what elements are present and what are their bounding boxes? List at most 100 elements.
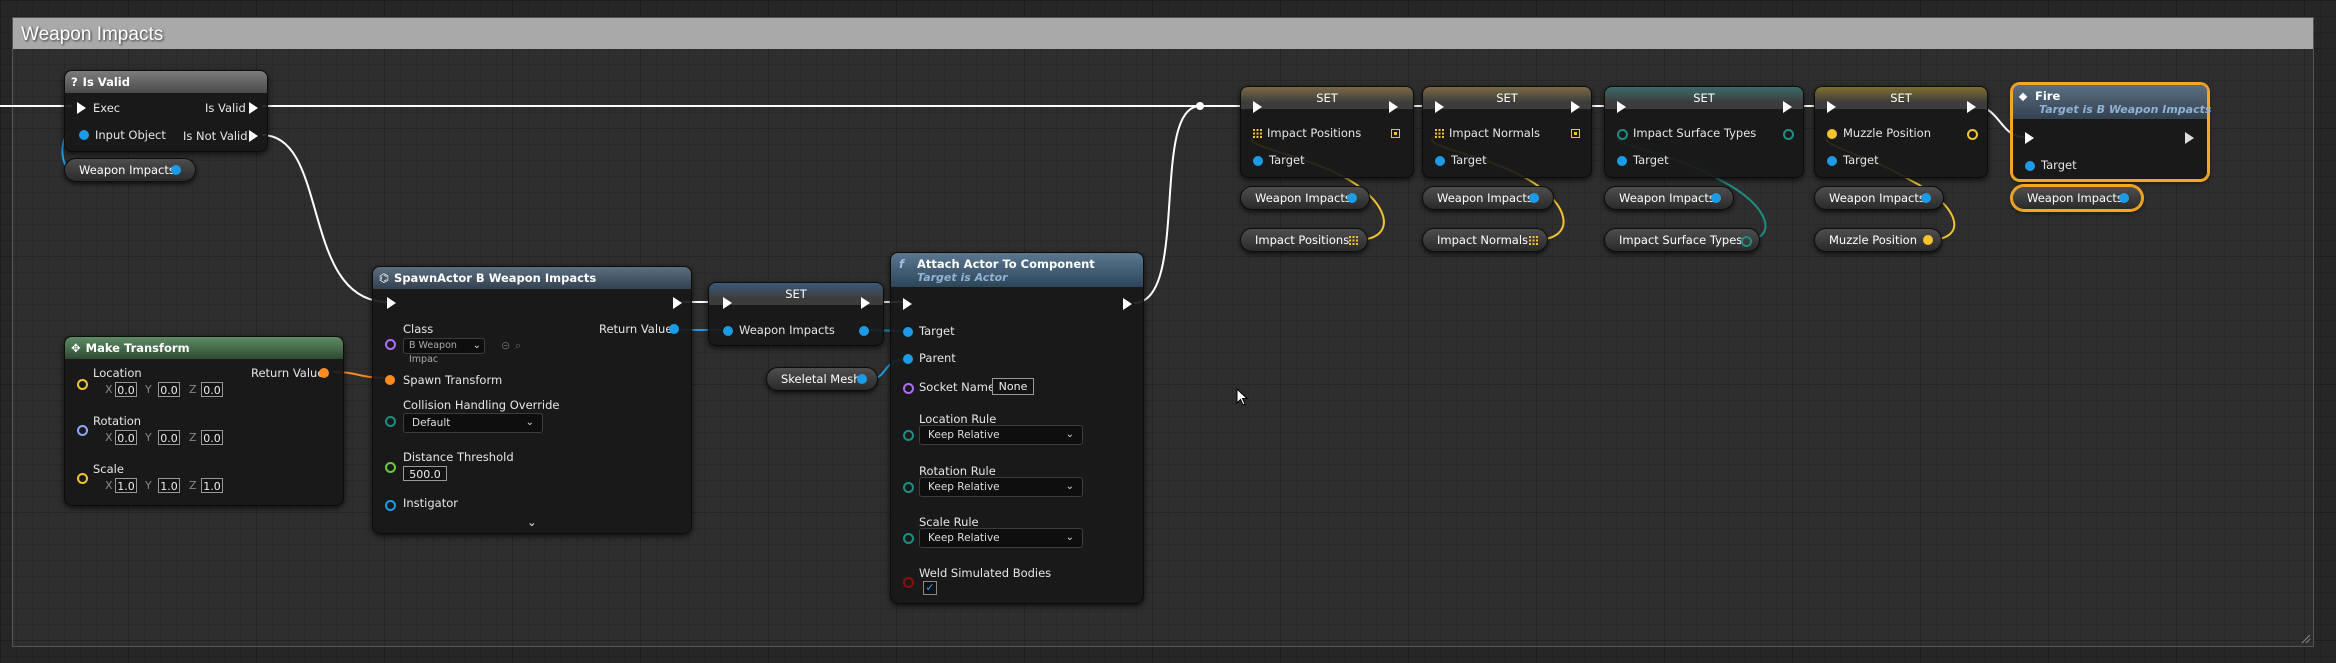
distance-field[interactable]: 500.0	[403, 466, 447, 481]
is-not-valid-exec-pin-icon[interactable]	[249, 130, 258, 142]
spawn-actor-node[interactable]: ⌬ SpawnActor B Weapon Impacts Class B Wea…	[372, 266, 692, 534]
comment-header[interactable]: Weapon Impacts	[13, 18, 2313, 49]
rotation-z-field[interactable]: 0.0	[201, 430, 223, 445]
socket-name-field[interactable]: None	[992, 378, 1034, 395]
location-rule-pin-icon[interactable]	[903, 430, 914, 441]
attach-actor-header[interactable]: f Attach Actor To Component Target is Ac…	[891, 253, 1143, 287]
exec-in-pin-icon[interactable]	[387, 297, 396, 309]
get-weapon-impacts-node[interactable]: Weapon Impacts	[1240, 186, 1370, 210]
array-grid-icon[interactable]	[1349, 236, 1358, 245]
exec-in-pin-icon[interactable]	[903, 298, 912, 310]
array-grid-icon[interactable]	[1571, 129, 1580, 138]
get-weapon-impacts-node[interactable]: Weapon Impacts	[2012, 186, 2142, 210]
weapon-impacts-in-pin-icon[interactable]	[723, 326, 733, 336]
set-header[interactable]: SET	[1815, 87, 1987, 109]
spawn-transform-pin-icon[interactable]	[385, 375, 395, 385]
vector-out-pin-icon[interactable]	[1967, 129, 1978, 140]
target-pin-icon[interactable]	[1617, 156, 1627, 166]
weapon-impacts-out-pin-icon[interactable]	[171, 165, 181, 175]
set-weapon-impacts-node[interactable]: SET Weapon Impacts	[708, 282, 884, 346]
array-grid-icon[interactable]	[1391, 129, 1400, 138]
target-pin-icon[interactable]	[1435, 156, 1445, 166]
scale-pin-icon[interactable]	[77, 473, 88, 484]
scale-x-field[interactable]: 1.0	[115, 478, 137, 493]
exec-out-pin-icon[interactable]	[1967, 101, 1976, 113]
get-weapon-impacts-node[interactable]: Weapon Impacts	[1604, 186, 1734, 210]
exec-in-pin-icon[interactable]	[1435, 101, 1444, 113]
target-pin-icon[interactable]	[1827, 156, 1837, 166]
rotation-rule-pin-icon[interactable]	[903, 482, 914, 493]
input-object-pin-icon[interactable]	[79, 130, 89, 140]
exec-in-pin-icon[interactable]	[1253, 101, 1262, 113]
fire-node[interactable]: ⬥ Fire Target is B Weapon Impacts Target	[2012, 84, 2211, 180]
browse-icon[interactable]: ⌕	[515, 339, 521, 353]
array-out-pin-icon[interactable]	[1783, 129, 1794, 140]
instigator-pin-icon[interactable]	[385, 500, 396, 511]
is-valid-node[interactable]: ? Is Valid Exec Is Valid Input Object Is …	[64, 70, 268, 152]
target-pin-icon[interactable]	[1253, 156, 1263, 166]
make-transform-header[interactable]: ✥ Make Transform	[65, 337, 343, 359]
weapon-impacts-out-pin-icon[interactable]	[859, 326, 869, 336]
weapon-impacts-pin-icon[interactable]	[1347, 193, 1357, 203]
get-muzzle-position-node[interactable]: Muzzle Position	[1814, 228, 1942, 252]
get-impact-positions-node[interactable]: Impact Positions	[1240, 228, 1368, 252]
return-value-pin-icon[interactable]	[669, 324, 679, 334]
array-pin-icon[interactable]	[1617, 129, 1628, 140]
socket-pin-icon[interactable]	[903, 383, 914, 394]
distance-pin-icon[interactable]	[385, 462, 396, 473]
location-rule-dropdown[interactable]: Keep Relative ⌄	[919, 425, 1083, 445]
target-pin-icon[interactable]	[2025, 161, 2035, 171]
rotation-x-field[interactable]: 0.0	[115, 430, 137, 445]
rotation-y-field[interactable]: 0.0	[158, 430, 180, 445]
get-impact-normals-node[interactable]: Impact Normals	[1422, 228, 1548, 252]
expand-icon[interactable]: ⌄	[527, 515, 537, 529]
set-header[interactable]: SET	[1605, 87, 1803, 109]
exec-out-pin-icon[interactable]	[1389, 101, 1398, 113]
weapon-impacts-pin-icon[interactable]	[2119, 193, 2129, 203]
weapon-impacts-pin-icon[interactable]	[1711, 193, 1721, 203]
array-pin-icon[interactable]	[1741, 236, 1752, 247]
set-header[interactable]: SET	[1423, 87, 1591, 109]
exec-in-pin-icon[interactable]	[77, 102, 86, 114]
get-weapon-impacts-node[interactable]: Weapon Impacts	[1422, 186, 1554, 210]
set-header[interactable]: SET	[709, 283, 883, 305]
get-impact-surface-types-node[interactable]: Impact Surface Types	[1604, 228, 1760, 252]
scale-z-field[interactable]: 1.0	[201, 478, 223, 493]
reroute-knot[interactable]	[1196, 102, 1204, 110]
set-impact-normals-node[interactable]: SET Impact Normals Target	[1422, 86, 1592, 178]
resize-grip-icon[interactable]	[2299, 632, 2311, 644]
is-valid-header[interactable]: ? Is Valid	[65, 71, 267, 93]
exec-out-pin-icon[interactable]	[673, 297, 682, 309]
array-grid-icon[interactable]	[1435, 129, 1444, 138]
location-pin-icon[interactable]	[77, 379, 88, 390]
scale-rule-dropdown[interactable]: Keep Relative ⌄	[919, 528, 1083, 548]
is-valid-exec-pin-icon[interactable]	[249, 102, 258, 114]
set-muzzle-position-node[interactable]: SET Muzzle Position Target	[1814, 86, 1988, 178]
weld-checkbox[interactable]: ✓	[923, 581, 937, 595]
vector-pin-icon[interactable]	[1923, 235, 1933, 245]
scale-y-field[interactable]: 1.0	[158, 478, 180, 493]
class-pin-icon[interactable]	[385, 339, 396, 350]
weapon-impacts-pin-icon[interactable]	[1529, 193, 1539, 203]
exec-in-pin-icon[interactable]	[723, 297, 732, 309]
location-y-field[interactable]: 0.0	[158, 382, 180, 397]
set-impact-surface-types-node[interactable]: SET Impact Surface Types Target	[1604, 86, 1804, 178]
get-weapon-impacts-node[interactable]: Weapon Impacts	[64, 158, 196, 182]
exec-out-pin-icon[interactable]	[1123, 298, 1132, 310]
attach-actor-node[interactable]: f Attach Actor To Component Target is Ac…	[890, 252, 1144, 604]
rotation-pin-icon[interactable]	[77, 425, 88, 436]
parent-pin-icon[interactable]	[903, 354, 913, 364]
scale-rule-pin-icon[interactable]	[903, 533, 914, 544]
collision-dropdown[interactable]: Default ⌄	[403, 413, 543, 433]
use-selected-icon[interactable]: ⊝	[501, 339, 510, 352]
set-header[interactable]: SET	[1241, 87, 1413, 109]
collision-pin-icon[interactable]	[385, 416, 396, 427]
exec-out-pin-icon[interactable]	[2185, 132, 2194, 144]
exec-out-pin-icon[interactable]	[1783, 101, 1792, 113]
fire-header[interactable]: ⬥ Fire Target is B Weapon Impacts	[2013, 85, 2211, 119]
array-grid-icon[interactable]	[1253, 129, 1262, 138]
transform-out-pin-icon[interactable]	[319, 368, 329, 378]
exec-out-pin-icon[interactable]	[861, 297, 870, 309]
get-weapon-impacts-node[interactable]: Weapon Impacts	[1814, 186, 1944, 210]
rotation-rule-dropdown[interactable]: Keep Relative ⌄	[919, 477, 1083, 497]
